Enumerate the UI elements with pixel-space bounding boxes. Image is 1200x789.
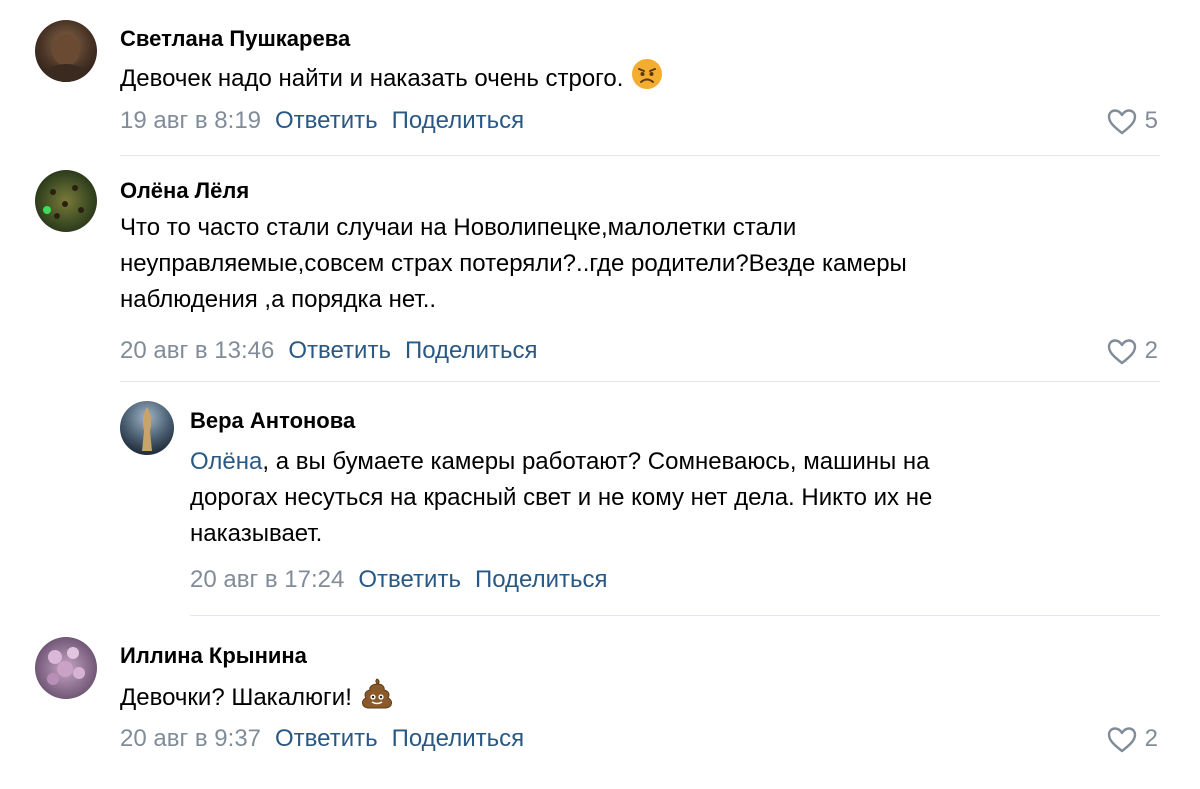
comment-time[interactable]: 19 авг в 8:19 xyxy=(120,107,261,134)
comment-text: Олёна, а вы бумаете камеры работают? Сом… xyxy=(190,444,1150,552)
comment-text-line: дорогах несуться на красный свет и не ко… xyxy=(190,484,933,511)
mention-link[interactable]: Олёна xyxy=(190,448,262,475)
comment-meta: 20 авг в 17:24 Ответить Поделиться xyxy=(190,566,607,594)
comment-author[interactable]: Светлана Пушкарева xyxy=(120,26,350,52)
comment-text-line: Что то часто стали случаи на Новолипецке… xyxy=(120,214,797,241)
like-count: 2 xyxy=(1144,337,1158,364)
comment-text-line: наблюдения ,а порядка нет.. xyxy=(120,286,437,313)
reply-link[interactable]: Ответить xyxy=(275,725,378,752)
comment-meta: 20 авг в 9:37 Ответить Поделиться xyxy=(120,725,524,753)
comment-time[interactable]: 20 авг в 13:46 xyxy=(120,337,274,364)
comment-meta: 19 авг в 8:19 Ответить Поделиться xyxy=(120,107,524,135)
avatar-image xyxy=(35,637,97,699)
like-count: 5 xyxy=(1144,107,1158,134)
angry-face-icon xyxy=(631,58,663,101)
heart-outline-icon xyxy=(1107,338,1136,364)
avatar-image xyxy=(35,170,97,232)
reply-link[interactable]: Ответить xyxy=(358,566,461,593)
like-button[interactable]: 2 xyxy=(1107,725,1158,753)
comment-author[interactable]: Иллина Крынина xyxy=(120,643,307,669)
comment-text: Что то часто стали случаи на Новолипецке… xyxy=(120,210,1120,318)
comment-time[interactable]: 20 авг в 17:24 xyxy=(190,566,344,593)
comment-text-line: Олёна, а вы бумаете камеры работают? Сом… xyxy=(190,444,1150,480)
comment-text-line: неуправляемые,совсем страх потеряли?..гд… xyxy=(120,250,907,277)
comment-separator xyxy=(120,381,1160,382)
like-button[interactable]: 5 xyxy=(1107,107,1158,135)
reply-link[interactable]: Ответить xyxy=(288,337,391,364)
comment-separator xyxy=(190,615,1160,616)
heart-outline-icon xyxy=(1107,726,1136,752)
comment-text: Девочек надо найти и наказать очень стро… xyxy=(120,58,1120,101)
comment-author[interactable]: Олёна Лёля xyxy=(120,178,249,204)
comment-text: Девочки? Шакалюги! xyxy=(120,676,1120,721)
reply-link[interactable]: Ответить xyxy=(275,107,378,134)
avatar[interactable] xyxy=(35,170,97,232)
share-link[interactable]: Поделиться xyxy=(405,337,538,364)
share-link[interactable]: Поделиться xyxy=(392,725,525,752)
comment-time[interactable]: 20 авг в 9:37 xyxy=(120,725,261,752)
avatar-image xyxy=(35,20,97,82)
comment-text-content: Девочки? Шакалюги! xyxy=(120,683,352,711)
share-link[interactable]: Поделиться xyxy=(475,566,608,593)
avatar[interactable] xyxy=(35,637,97,699)
share-link[interactable]: Поделиться xyxy=(392,107,525,134)
avatar[interactable] xyxy=(35,20,97,82)
avatar-image xyxy=(120,401,174,455)
comment-text-fragment: , а вы бумаете камеры работают? Сомневаю… xyxy=(262,448,930,475)
comment-author[interactable]: Вера Антонова xyxy=(190,408,355,434)
poop-icon xyxy=(360,676,394,721)
comment-separator xyxy=(120,155,1160,156)
comment-text-content: Девочек надо найти и наказать очень стро… xyxy=(120,64,624,92)
comment-meta: 20 авг в 13:46 Ответить Поделиться xyxy=(120,337,537,365)
avatar[interactable] xyxy=(120,401,174,455)
heart-outline-icon xyxy=(1107,108,1136,134)
like-button[interactable]: 2 xyxy=(1107,337,1158,365)
like-count: 2 xyxy=(1144,725,1158,752)
comment-text-line: наказывает. xyxy=(190,520,323,547)
